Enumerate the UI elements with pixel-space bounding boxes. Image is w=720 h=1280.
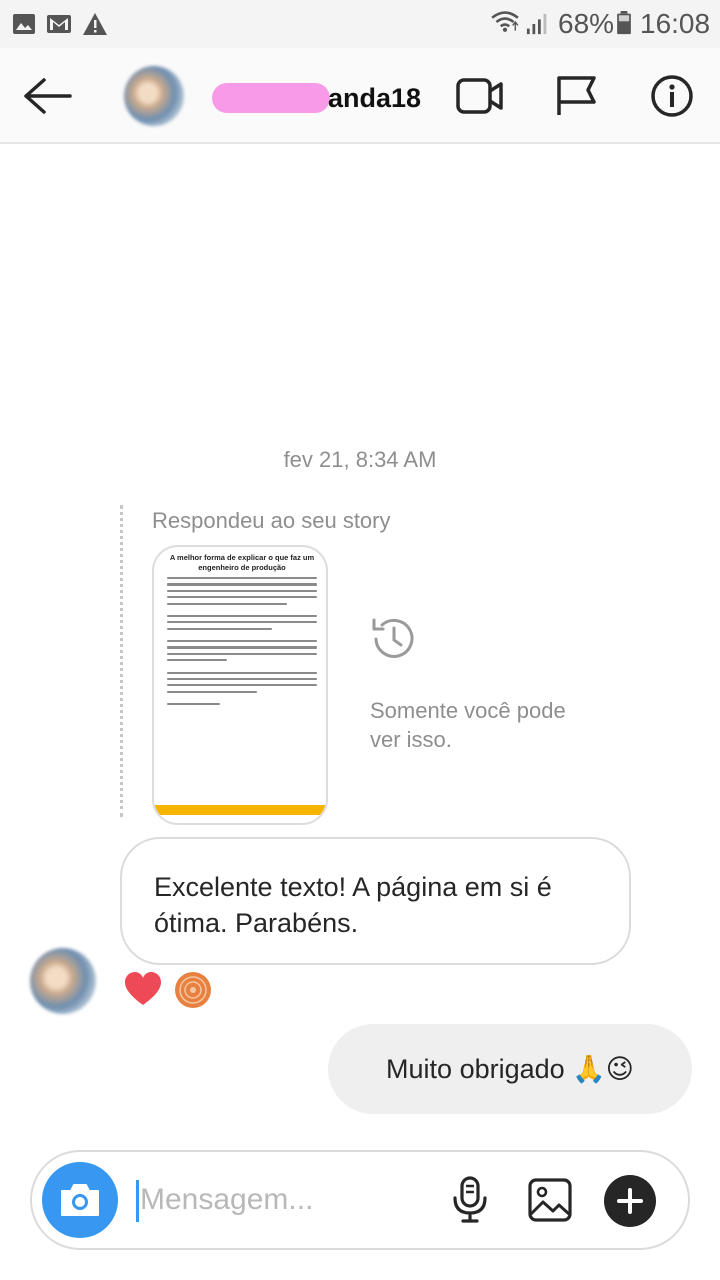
camera-icon: [61, 1184, 99, 1216]
story-title: A melhor forma de explicar o que faz um …: [169, 553, 315, 572]
chat-username[interactable]: anda18: [212, 82, 421, 114]
gallery-icon: [13, 14, 35, 34]
wifi-icon: [491, 11, 519, 32]
video-call-button[interactable]: [452, 68, 508, 124]
message-input[interactable]: [140, 1178, 440, 1222]
story-body-lines: [167, 577, 317, 709]
message-composer: [30, 1150, 690, 1250]
gallery-icon: [528, 1178, 572, 1222]
chat-header: anda18: [0, 48, 720, 144]
microphone-icon: [453, 1176, 487, 1223]
video-call-icon: [456, 78, 503, 114]
add-button[interactable]: [604, 1175, 656, 1227]
profile-reaction-icon[interactable]: [173, 970, 213, 1010]
info-icon: [651, 75, 693, 117]
history-icon: [372, 618, 414, 658]
reply-divider: [120, 505, 123, 817]
avatar[interactable]: [124, 66, 184, 126]
gallery-button[interactable]: [524, 1174, 576, 1226]
heart-reaction-icon[interactable]: [123, 970, 163, 1010]
incoming-message[interactable]: Excelente texto! A página em si é ótima.…: [120, 837, 631, 965]
microphone-button[interactable]: [444, 1174, 496, 1226]
text-cursor: [136, 1180, 139, 1222]
flag-icon: [557, 76, 596, 115]
status-bar: 68% 16:08: [0, 0, 720, 48]
info-button[interactable]: [644, 68, 700, 124]
report-button[interactable]: [548, 68, 604, 124]
message-timestamp: fev 21, 8:34 AM: [283, 447, 437, 472]
outgoing-message[interactable]: Muito obrigado 🙏😉: [328, 1024, 692, 1114]
sender-avatar[interactable]: [30, 948, 96, 1014]
story-footer-bar: [154, 805, 326, 815]
battery-icon: [617, 11, 631, 35]
redaction-mark: [212, 83, 330, 113]
gmail-icon: [47, 15, 71, 33]
back-button[interactable]: [20, 68, 76, 124]
back-arrow-icon: [24, 78, 72, 114]
clock: 16:08: [640, 8, 711, 39]
story-reply-label: Respondeu ao seu story: [152, 508, 391, 533]
only-you-notice: Somente você pode ver isso.: [370, 698, 566, 752]
camera-button[interactable]: [42, 1162, 118, 1238]
add-icon: [617, 1188, 643, 1214]
battery-percent: 68%: [558, 8, 615, 39]
story-preview[interactable]: A melhor forma de explicar o que faz um …: [152, 545, 328, 825]
warning-icon: [83, 13, 107, 35]
username-text: anda18: [328, 82, 422, 113]
signal-icon: [526, 13, 547, 35]
